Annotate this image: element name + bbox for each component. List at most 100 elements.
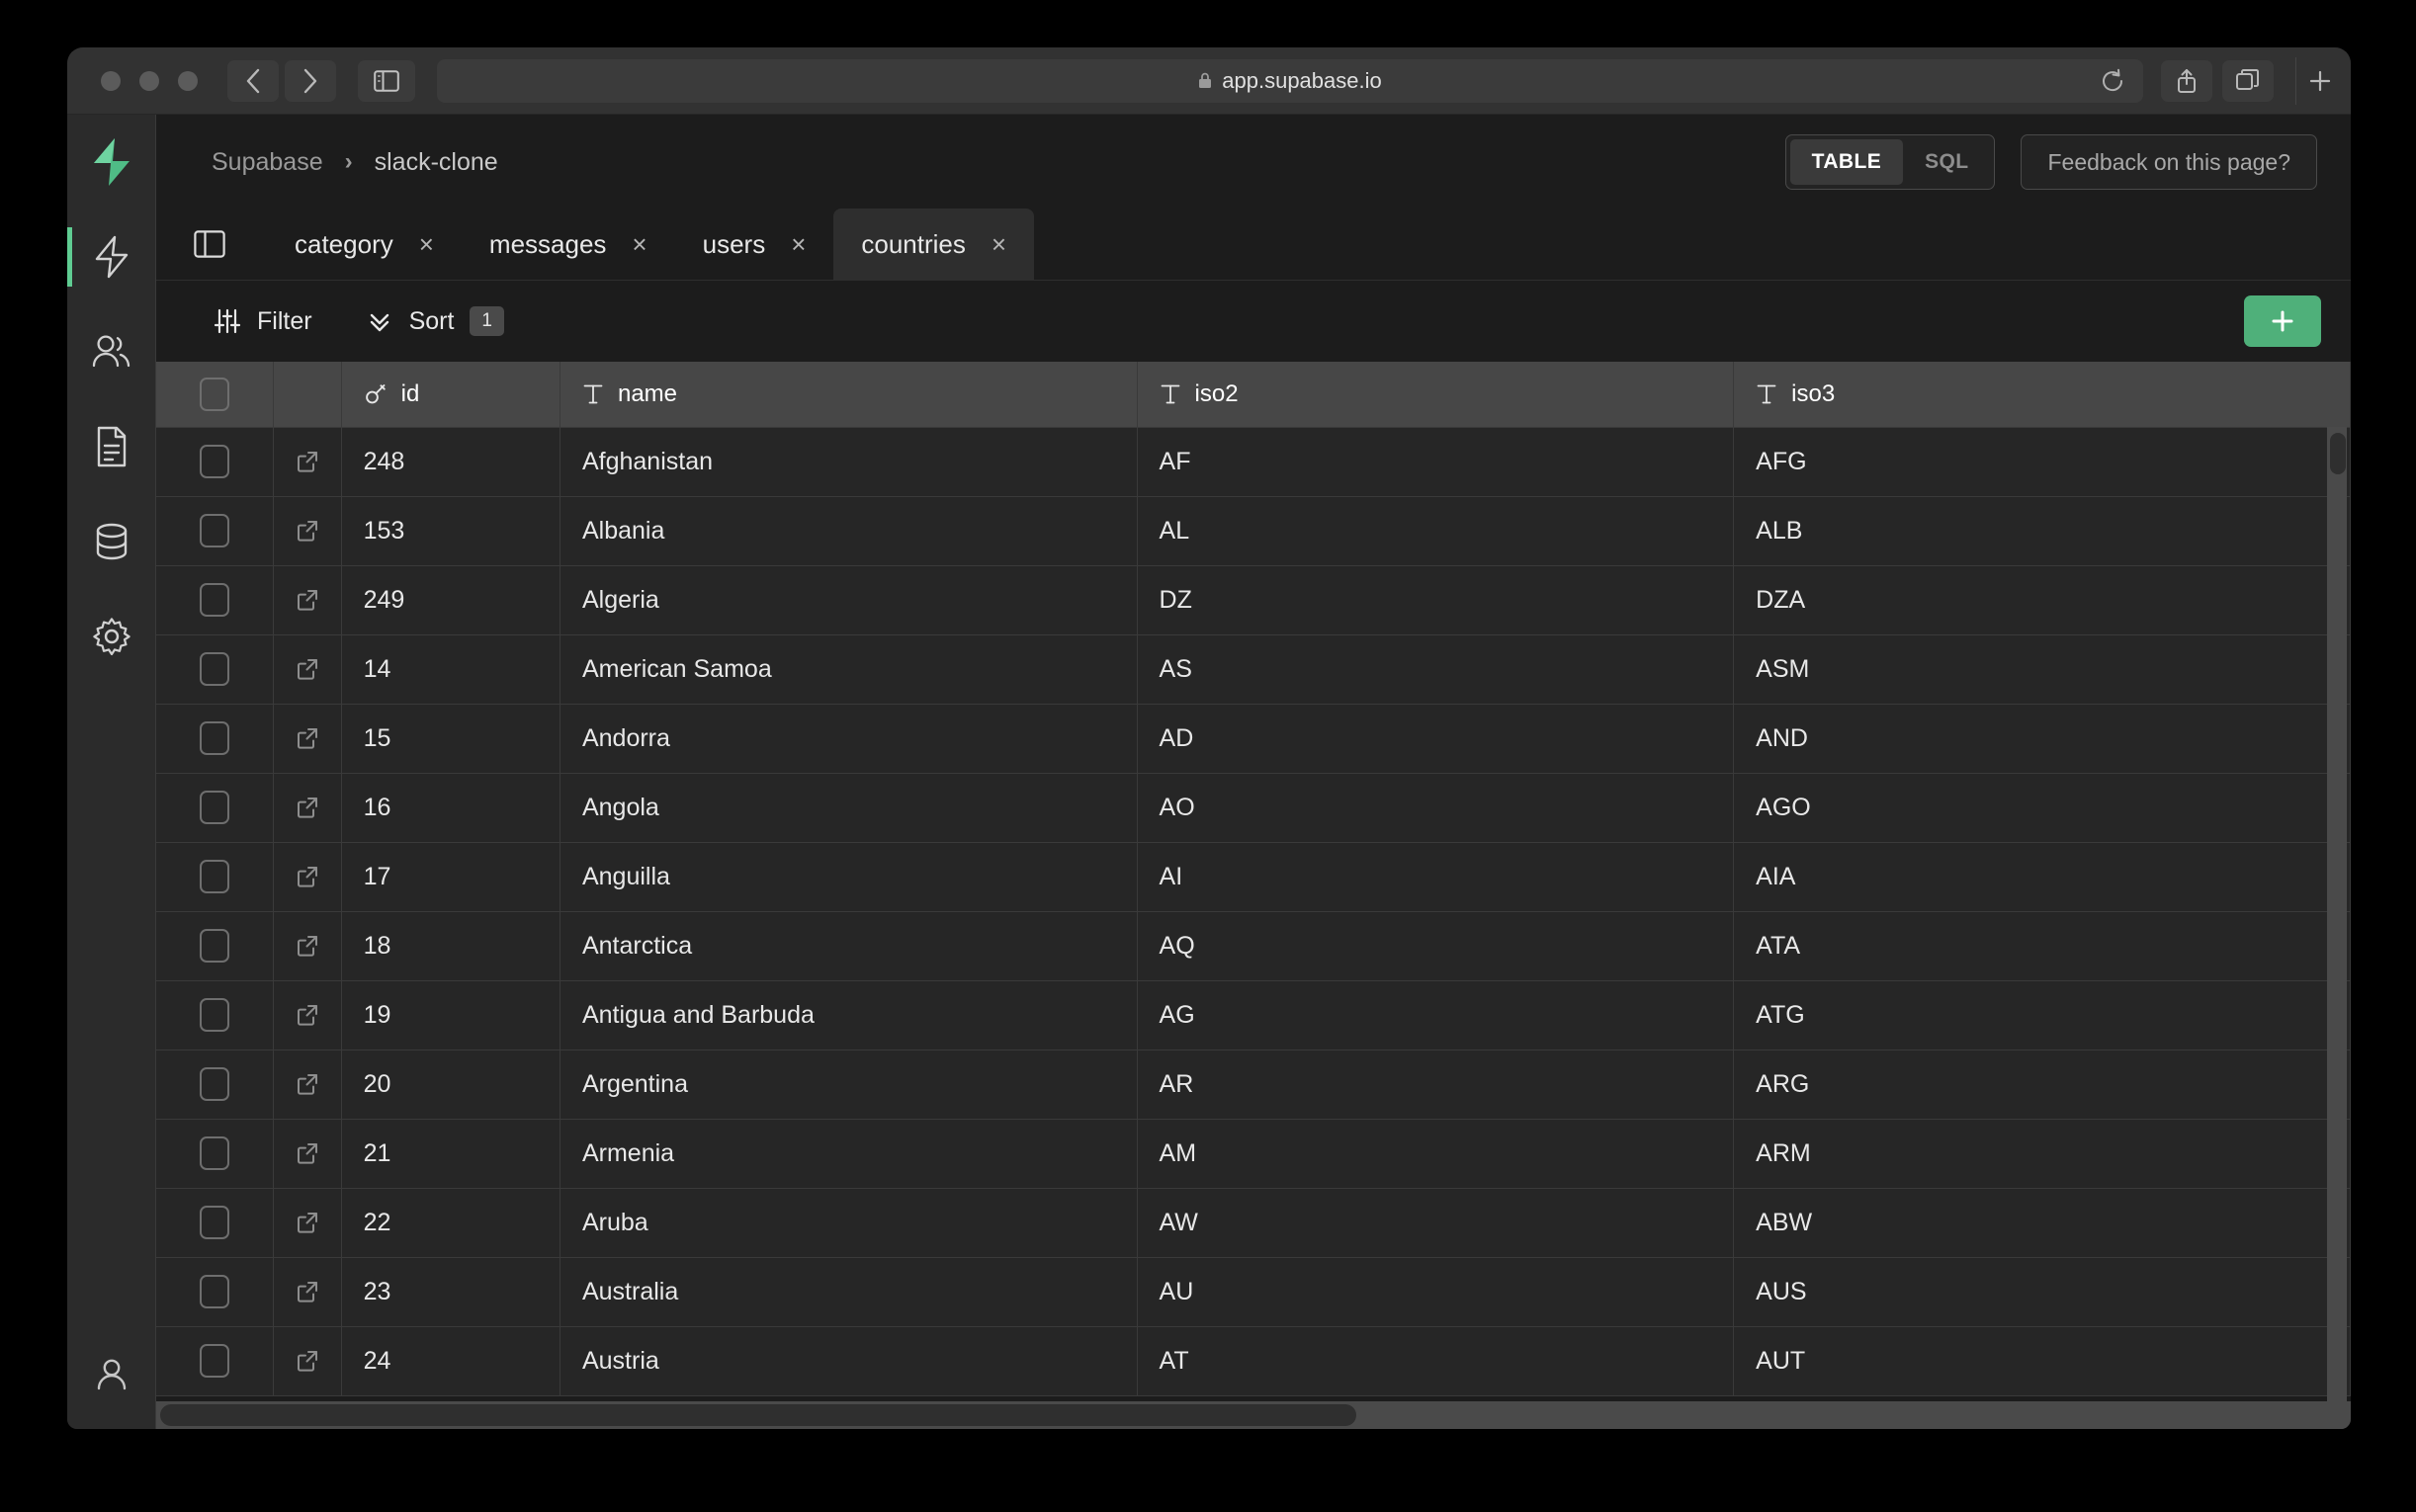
- cell-iso3[interactable]: AFG: [1733, 427, 2351, 497]
- cell-name[interactable]: Algeria: [560, 565, 1138, 635]
- cell-name[interactable]: Anguilla: [560, 842, 1138, 912]
- cell-iso2[interactable]: AI: [1137, 842, 1735, 912]
- cell-iso2[interactable]: AD: [1137, 704, 1735, 774]
- checkbox-icon[interactable]: [200, 583, 230, 617]
- cell-id[interactable]: 249: [341, 565, 561, 635]
- cell-iso3[interactable]: AIA: [1733, 842, 2351, 912]
- row-select-cell[interactable]: [156, 1257, 275, 1327]
- checkbox-icon[interactable]: [200, 860, 230, 893]
- cell-id[interactable]: 18: [341, 911, 561, 981]
- cell-id[interactable]: 20: [341, 1050, 561, 1120]
- cell-id[interactable]: 22: [341, 1188, 561, 1258]
- column-header-id[interactable]: id: [341, 362, 561, 428]
- checkbox-icon[interactable]: [200, 1275, 230, 1308]
- cell-iso2[interactable]: AS: [1137, 634, 1735, 705]
- table-row[interactable]: 20 Argentina AR ARG: [156, 1050, 2351, 1120]
- row-expand-cell[interactable]: [273, 773, 342, 843]
- cell-name[interactable]: Albania: [560, 496, 1138, 566]
- row-select-cell[interactable]: [156, 634, 275, 705]
- tab-users[interactable]: users ×: [675, 209, 834, 280]
- cell-id[interactable]: 17: [341, 842, 561, 912]
- feedback-button[interactable]: Feedback on this page?: [2021, 134, 2317, 190]
- table-row[interactable]: 23 Australia AU AUS: [156, 1257, 2351, 1327]
- cell-iso3[interactable]: ARM: [1733, 1119, 2351, 1189]
- tab-category[interactable]: category ×: [267, 209, 462, 280]
- cell-iso2[interactable]: AF: [1137, 427, 1735, 497]
- row-select-cell[interactable]: [156, 842, 275, 912]
- table-row[interactable]: 15 Andorra AD AND: [156, 704, 2351, 774]
- vertical-scrollbar-thumb[interactable]: [2330, 433, 2346, 474]
- tab-close-icon[interactable]: ×: [791, 231, 806, 257]
- table-row[interactable]: 16 Angola AO AGO: [156, 773, 2351, 843]
- table-row[interactable]: 14 American Samoa AS ASM: [156, 634, 2351, 705]
- checkbox-icon[interactable]: [200, 1136, 230, 1170]
- table-row[interactable]: 19 Antigua and Barbuda AG ATG: [156, 980, 2351, 1050]
- cell-iso2[interactable]: AG: [1137, 980, 1735, 1050]
- vertical-scrollbar[interactable]: [2327, 427, 2347, 1429]
- row-expand-cell[interactable]: [273, 911, 342, 981]
- horizontal-scrollbar[interactable]: [156, 1401, 2351, 1429]
- row-expand-cell[interactable]: [273, 1326, 342, 1396]
- row-select-cell[interactable]: [156, 1326, 275, 1396]
- row-select-cell[interactable]: [156, 565, 275, 635]
- cell-name[interactable]: Argentina: [560, 1050, 1138, 1120]
- row-expand-cell[interactable]: [273, 1188, 342, 1258]
- cell-iso3[interactable]: AND: [1733, 704, 2351, 774]
- row-select-cell[interactable]: [156, 1119, 275, 1189]
- cell-id[interactable]: 248: [341, 427, 561, 497]
- row-expand-cell[interactable]: [273, 980, 342, 1050]
- checkbox-icon[interactable]: [200, 514, 230, 547]
- row-select-cell[interactable]: [156, 1050, 275, 1120]
- cell-iso3[interactable]: ASM: [1733, 634, 2351, 705]
- row-select-cell[interactable]: [156, 496, 275, 566]
- cell-iso2[interactable]: AU: [1137, 1257, 1735, 1327]
- cell-name[interactable]: Armenia: [560, 1119, 1138, 1189]
- browser-sidebar-toggle-button[interactable]: [358, 59, 415, 102]
- row-select-cell[interactable]: [156, 427, 275, 497]
- table-sidebar-toggle-button[interactable]: [182, 209, 237, 280]
- cell-iso3[interactable]: ARG: [1733, 1050, 2351, 1120]
- cell-id[interactable]: 23: [341, 1257, 561, 1327]
- column-header-name[interactable]: name: [560, 362, 1138, 428]
- table-row[interactable]: 153 Albania AL ALB: [156, 496, 2351, 566]
- maximize-window-button[interactable]: [178, 70, 198, 91]
- tab-overview-button[interactable]: [2222, 59, 2274, 102]
- checkbox-icon[interactable]: [200, 377, 230, 411]
- table-row[interactable]: 18 Antarctica AQ ATA: [156, 911, 2351, 981]
- cell-iso3[interactable]: AUS: [1733, 1257, 2351, 1327]
- supabase-logo[interactable]: [67, 115, 155, 210]
- cell-iso3[interactable]: ATA: [1733, 911, 2351, 981]
- checkbox-icon[interactable]: [200, 929, 230, 963]
- cell-iso3[interactable]: ATG: [1733, 980, 2351, 1050]
- breadcrumb-project[interactable]: slack-clone: [375, 148, 498, 177]
- minimize-window-button[interactable]: [139, 70, 159, 91]
- checkbox-icon[interactable]: [200, 1206, 230, 1239]
- table-row[interactable]: 24 Austria AT AUT: [156, 1326, 2351, 1396]
- cell-iso3[interactable]: DZA: [1733, 565, 2351, 635]
- checkbox-icon[interactable]: [200, 445, 230, 478]
- cell-name[interactable]: Angola: [560, 773, 1138, 843]
- row-expand-cell[interactable]: [273, 1257, 342, 1327]
- cell-iso2[interactable]: AR: [1137, 1050, 1735, 1120]
- cell-name[interactable]: Aruba: [560, 1188, 1138, 1258]
- cell-name[interactable]: Afghanistan: [560, 427, 1138, 497]
- share-button[interactable]: [2161, 59, 2212, 102]
- cell-iso2[interactable]: AM: [1137, 1119, 1735, 1189]
- cell-iso2[interactable]: AO: [1137, 773, 1735, 843]
- tab-countries[interactable]: countries ×: [833, 209, 1035, 280]
- tab-close-icon[interactable]: ×: [419, 231, 434, 257]
- cell-name[interactable]: American Samoa: [560, 634, 1138, 705]
- filter-button[interactable]: Filter: [200, 299, 326, 344]
- row-expand-cell[interactable]: [273, 704, 342, 774]
- table-row[interactable]: 248 Afghanistan AF AFG: [156, 427, 2351, 497]
- cell-name[interactable]: Antarctica: [560, 911, 1138, 981]
- row-expand-cell[interactable]: [273, 1050, 342, 1120]
- select-all-header[interactable]: [156, 362, 275, 428]
- row-expand-cell[interactable]: [273, 1119, 342, 1189]
- cell-id[interactable]: 14: [341, 634, 561, 705]
- cell-id[interactable]: 19: [341, 980, 561, 1050]
- cell-iso3[interactable]: ALB: [1733, 496, 2351, 566]
- view-mode-table[interactable]: TABLE: [1789, 139, 1904, 185]
- cell-id[interactable]: 21: [341, 1119, 561, 1189]
- back-button[interactable]: [227, 59, 279, 102]
